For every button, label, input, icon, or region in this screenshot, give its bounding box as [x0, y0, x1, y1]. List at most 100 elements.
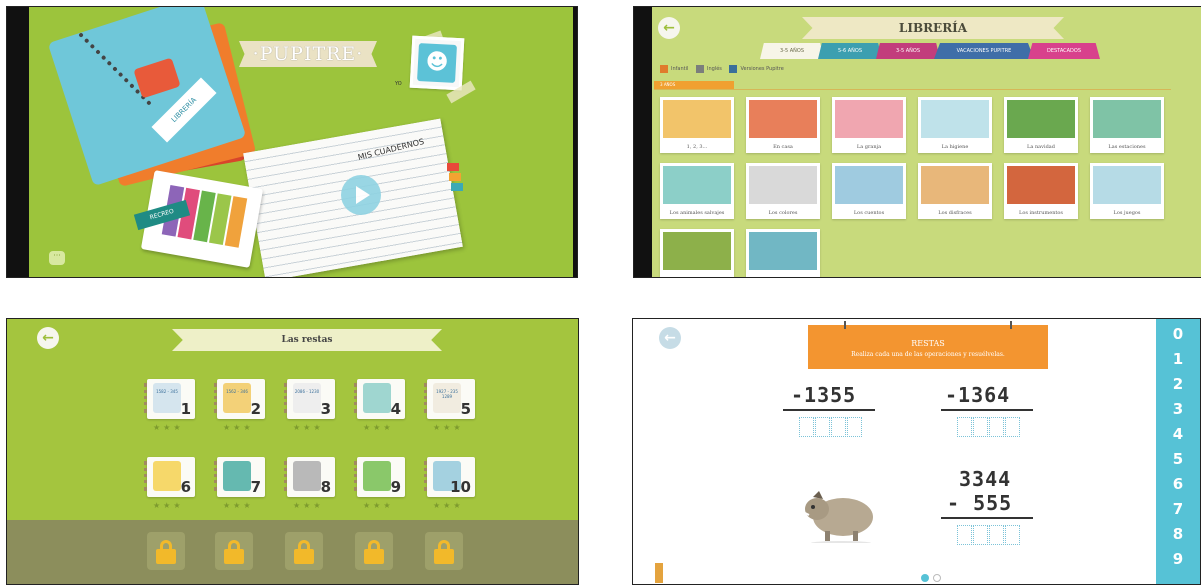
book-card[interactable]: Las estaciones: [1090, 97, 1164, 153]
book-card[interactable]: La granja: [832, 97, 906, 153]
exercise-instruction: Realiza cada una de las operaciones y re…: [851, 351, 1005, 358]
lock-icon[interactable]: [155, 540, 177, 564]
swatch-icon: [660, 65, 668, 73]
book-cover-image: [1093, 100, 1161, 138]
level-card-10[interactable]: 10: [424, 457, 475, 497]
tab-5-6-years[interactable]: 5-6 AÑOS: [818, 43, 882, 59]
level-number: 4: [390, 400, 401, 418]
level-number: 10: [450, 478, 471, 496]
filter-infantil[interactable]: Infantil: [660, 65, 688, 73]
lock-icon[interactable]: [293, 540, 315, 564]
play-icon[interactable]: [341, 175, 381, 215]
number-tile-3[interactable]: 3: [1156, 400, 1200, 418]
book-title: 1, 2, 3...: [686, 144, 708, 150]
book-card[interactable]: Los disfraces: [918, 163, 992, 219]
level-card-1[interactable]: 1582 - 345 1: [144, 379, 195, 419]
level-thumbnail: 1562 - 346: [223, 383, 251, 413]
page-dot[interactable]: [933, 574, 941, 582]
letterbox-left: [634, 7, 652, 277]
exercise-title: RESTAS: [911, 339, 945, 348]
book-title: Los colores: [768, 210, 798, 216]
back-arrow-icon[interactable]: ←: [37, 327, 59, 349]
lock-icon[interactable]: [433, 540, 455, 564]
level-number: 2: [250, 400, 261, 418]
lock-icon[interactable]: [223, 540, 245, 564]
book-cover-image: [749, 232, 817, 270]
number-tile-4[interactable]: 4: [1156, 425, 1200, 443]
problem-c-answer[interactable]: [957, 525, 1020, 545]
number-tile-7[interactable]: 7: [1156, 500, 1200, 518]
problem-a-answer[interactable]: [799, 417, 862, 437]
number-tile-9[interactable]: 9: [1156, 550, 1200, 568]
number-tile-0[interactable]: 0: [1156, 325, 1200, 343]
level-card-3[interactable]: 2086 - 1230 3: [284, 379, 335, 419]
level-card-8[interactable]: 8: [284, 457, 335, 497]
notebook-tab: [451, 183, 463, 191]
book-card[interactable]: Los colores: [746, 163, 820, 219]
book-title: La granja: [856, 144, 882, 150]
profile-card[interactable]: ☻: [409, 35, 465, 91]
level-card-7[interactable]: 7: [214, 457, 265, 497]
problem-b-rule: [941, 409, 1033, 411]
tab-3-5-years[interactable]: 3-5 AÑOS: [760, 43, 824, 59]
book-card[interactable]: Los animales salvajes: [660, 163, 734, 219]
level-number: 5: [460, 400, 471, 418]
back-arrow-icon[interactable]: ←: [658, 17, 680, 39]
level-stars: ★★★: [293, 501, 324, 510]
level-card-5[interactable]: 1927 - 235 1289 5: [424, 379, 475, 419]
level-stars: ★★★: [363, 423, 394, 432]
chat-icon[interactable]: ···: [49, 251, 65, 265]
problem-b-answer[interactable]: [957, 417, 1020, 437]
book-title: Los juegos: [1113, 210, 1141, 216]
book-card[interactable]: Los cuentos: [832, 163, 906, 219]
book-card[interactable]: 1, 2, 3...: [660, 97, 734, 153]
pencil-icon[interactable]: [655, 563, 663, 583]
level-card-2[interactable]: 1562 - 346 2: [214, 379, 265, 419]
number-strip: 0 1 2 3 4 5 6 7 8 9: [1156, 319, 1200, 584]
number-tile-1[interactable]: 1: [1156, 350, 1200, 368]
level-card-4[interactable]: 4: [354, 379, 405, 419]
book-title: Los instrumentos: [1019, 210, 1063, 216]
letterbox-right: [573, 7, 577, 277]
back-arrow-icon[interactable]: ←: [659, 327, 681, 349]
book-card[interactable]: Los juegos: [1090, 163, 1164, 219]
home-screen: LIBRERÍA ·PUPITRE· ☻ YO MIS CUADERNOS RE…: [6, 6, 578, 278]
book-cover-image: [663, 232, 731, 270]
number-tile-8[interactable]: 8: [1156, 525, 1200, 543]
level-stars: ★★★: [363, 501, 394, 510]
number-tile-2[interactable]: 2: [1156, 375, 1200, 393]
filter-versiones-pupitre[interactable]: Versiones Pupitre: [729, 65, 784, 73]
filter-label: Versiones Pupitre: [740, 66, 784, 72]
book-card[interactable]: [660, 229, 734, 277]
book-card[interactable]: La navidad: [1004, 97, 1078, 153]
book-card[interactable]: La higiene: [918, 97, 992, 153]
book-title: Los disfraces: [938, 210, 972, 216]
lock-icon[interactable]: [363, 540, 385, 564]
level-thumbnail: 2086 - 1230: [293, 383, 321, 413]
book-card[interactable]: Los instrumentos: [1004, 163, 1078, 219]
book-title: En casa: [773, 144, 793, 150]
number-tile-6[interactable]: 6: [1156, 475, 1200, 493]
locked-levels-bar: [7, 520, 578, 584]
book-title: La higiene: [941, 144, 969, 150]
problem-c-minuend: 3344: [959, 467, 1012, 491]
page-dot-active[interactable]: [921, 574, 929, 582]
book-cover-image: [1093, 166, 1161, 204]
tab-destacados[interactable]: DESTACADOS: [1028, 43, 1100, 59]
app-title: ·PUPITRE·: [239, 41, 377, 67]
book-card[interactable]: En casa: [746, 97, 820, 153]
level-thumbnail: [363, 383, 391, 413]
tab-vacaciones-pupitre[interactable]: VACACIONES PUPITRE: [934, 43, 1034, 59]
level-card-6[interactable]: 6: [144, 457, 195, 497]
profile-avatar-icon: ☻: [417, 43, 457, 83]
level-card-9[interactable]: 9: [354, 457, 405, 497]
number-tile-5[interactable]: 5: [1156, 450, 1200, 468]
filter-ingles[interactable]: Inglés: [695, 65, 722, 73]
hanging-pin: [1010, 321, 1012, 329]
book-title: Los animales salvajes: [669, 210, 725, 216]
profile-label: YO: [395, 81, 402, 87]
tab-years[interactable]: 3-5 AÑOS: [876, 43, 940, 59]
boar-illustration: [804, 491, 873, 543]
level-stars: ★★★: [433, 423, 464, 432]
book-card[interactable]: [746, 229, 820, 277]
